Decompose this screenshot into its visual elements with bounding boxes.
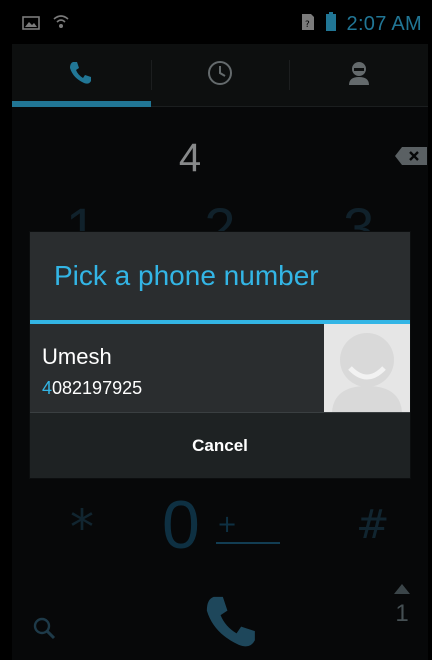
cancel-button[interactable]: Cancel [30, 413, 410, 478]
contact-photo [324, 324, 410, 412]
contact-number-item[interactable]: Umesh 4082197925 [30, 324, 410, 412]
contact-number-match: 4 [42, 378, 53, 398]
contact-name: Umesh [42, 344, 112, 369]
screen: ? 2:07 AM 4 1 2 3 * 0 + # 1 Pick a phone… [12, 0, 428, 660]
dialog-title: Pick a phone number [54, 260, 319, 291]
contact-number: 4082197925 [42, 378, 142, 399]
default-avatar-icon [324, 324, 410, 412]
dialog-title-bar: Pick a phone number [30, 232, 410, 320]
contact-number-rest: 082197925 [52, 378, 143, 398]
pick-number-dialog: Pick a phone number Umesh 4082197925 Can… [30, 232, 410, 478]
cancel-label: Cancel [192, 435, 248, 455]
